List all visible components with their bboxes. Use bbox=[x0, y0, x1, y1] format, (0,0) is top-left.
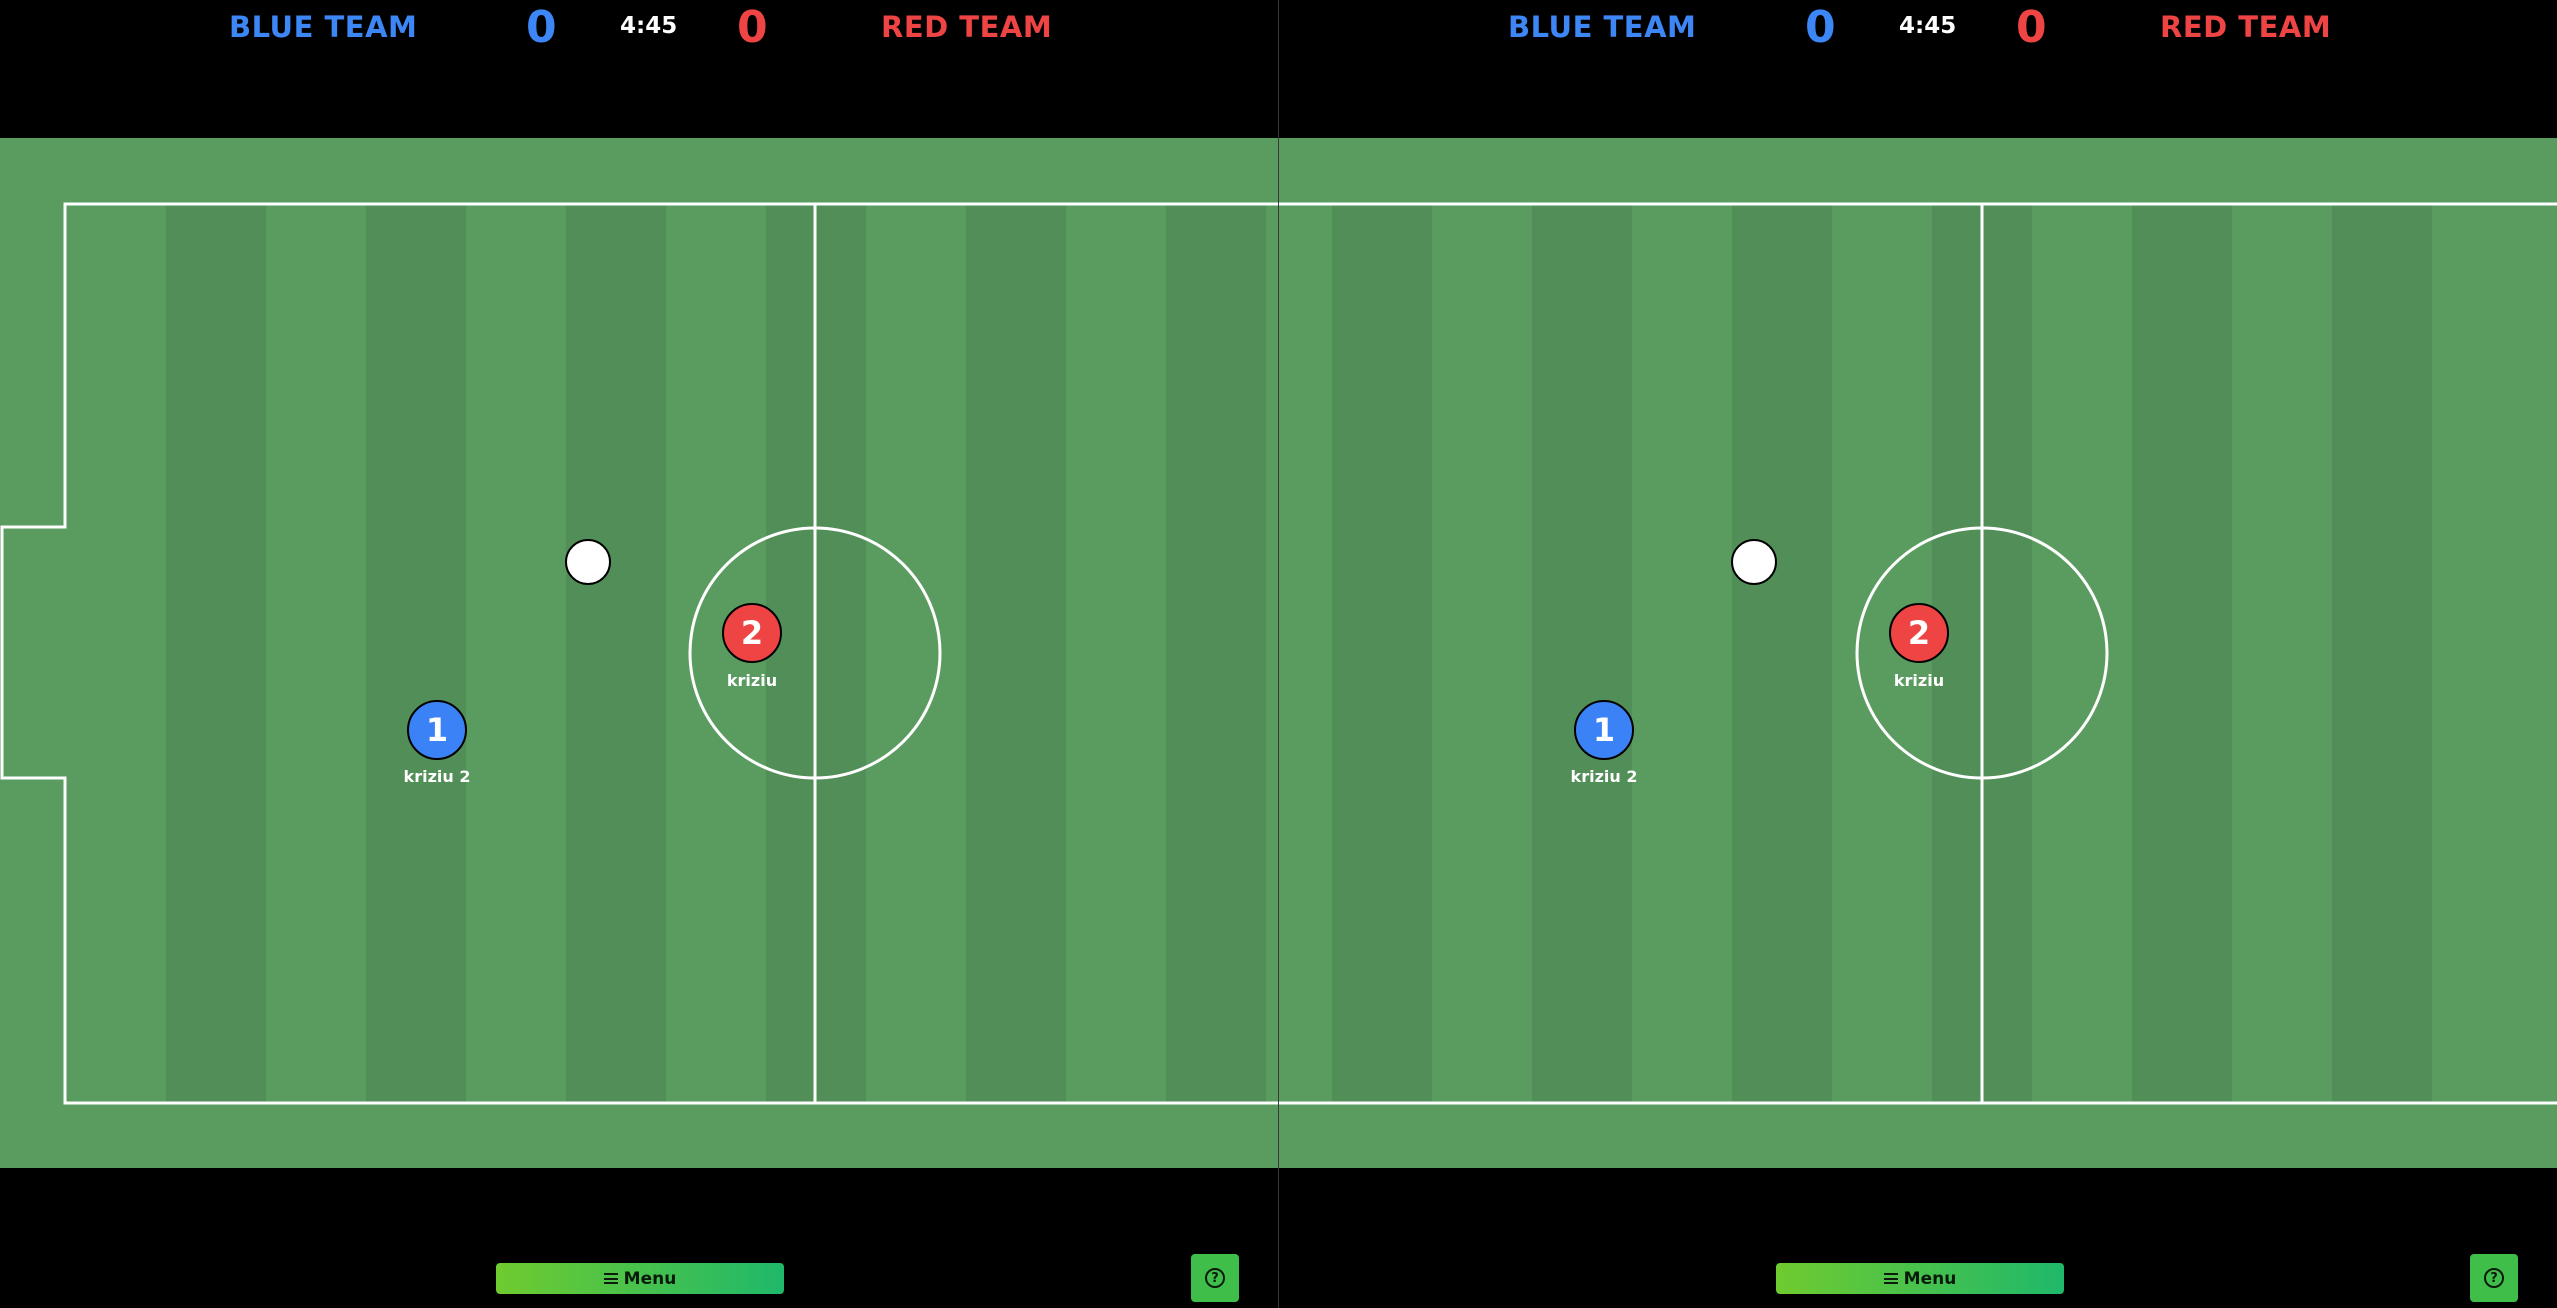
player-name-label: kriziu bbox=[726, 671, 778, 690]
question-circle-icon: ? bbox=[2484, 1268, 2504, 1288]
player-name-label: kriziu 2 bbox=[403, 767, 471, 786]
menu-button[interactable]: Menu bbox=[1776, 1263, 2064, 1294]
question-circle-icon: ? bbox=[1205, 1268, 1225, 1288]
player-token-blue: 1 bbox=[1574, 700, 1634, 760]
help-button[interactable]: ? bbox=[2470, 1254, 2518, 1302]
ball bbox=[565, 539, 611, 585]
player-token-blue: 1 bbox=[407, 700, 467, 760]
hamburger-icon bbox=[603, 1273, 618, 1284]
menu-button[interactable]: Menu bbox=[496, 1263, 784, 1294]
player-token-red: 2 bbox=[722, 603, 782, 663]
player-name-label: kriziu 2 bbox=[1570, 767, 1638, 786]
left-player-view: BLUE TEAM 0 4:45 0 RED TEAM 1 kriziu 2 2… bbox=[0, 0, 1278, 1308]
hamburger-icon bbox=[1883, 1273, 1898, 1284]
menu-label: Menu bbox=[623, 1268, 677, 1289]
right-player-view: BLUE TEAM 0 4:45 0 RED TEAM 1 kriziu 2 2… bbox=[1279, 0, 2557, 1308]
player-name-label: kriziu bbox=[1893, 671, 1945, 690]
menu-label: Menu bbox=[1903, 1268, 1957, 1289]
help-button[interactable]: ? bbox=[1191, 1254, 1239, 1302]
ball bbox=[1731, 539, 1777, 585]
field-lines bbox=[0, 202, 1278, 1105]
player-token-red: 2 bbox=[1889, 603, 1949, 663]
